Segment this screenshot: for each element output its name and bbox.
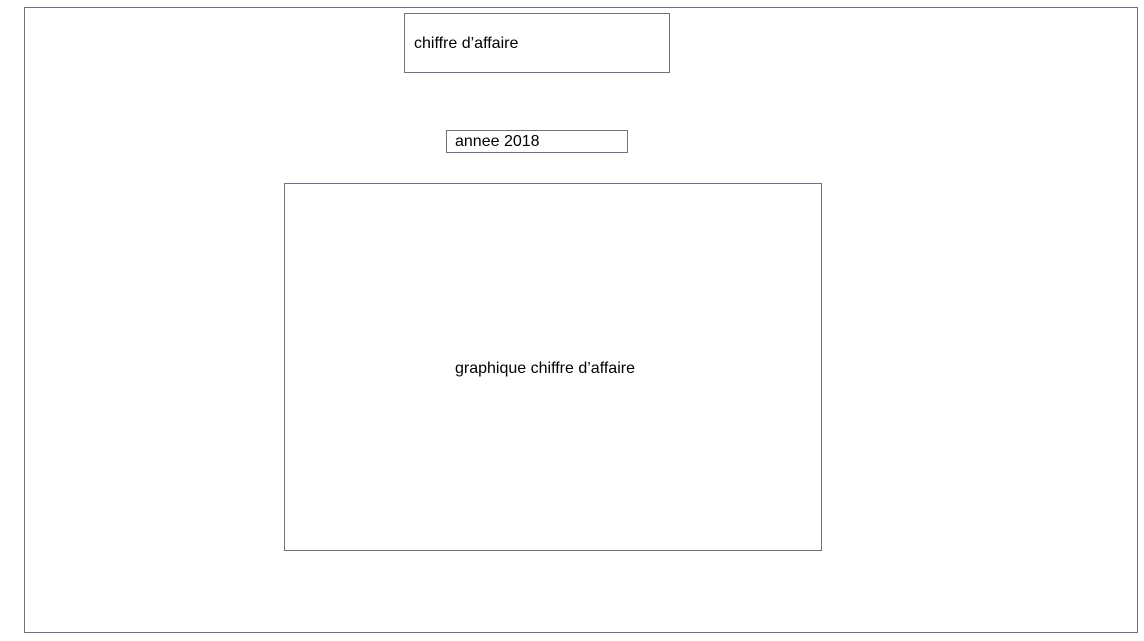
chart-placeholder-label: graphique chiffre d’affaire bbox=[455, 360, 635, 377]
year-selector[interactable]: annee 2018 bbox=[446, 130, 628, 153]
revenue-chart-placeholder: graphique chiffre d’affaire bbox=[284, 183, 822, 551]
year-selector-value: annee 2018 bbox=[455, 133, 540, 150]
page-title-box: chiffre d’affaire bbox=[404, 13, 670, 73]
page-title: chiffre d’affaire bbox=[414, 35, 519, 52]
